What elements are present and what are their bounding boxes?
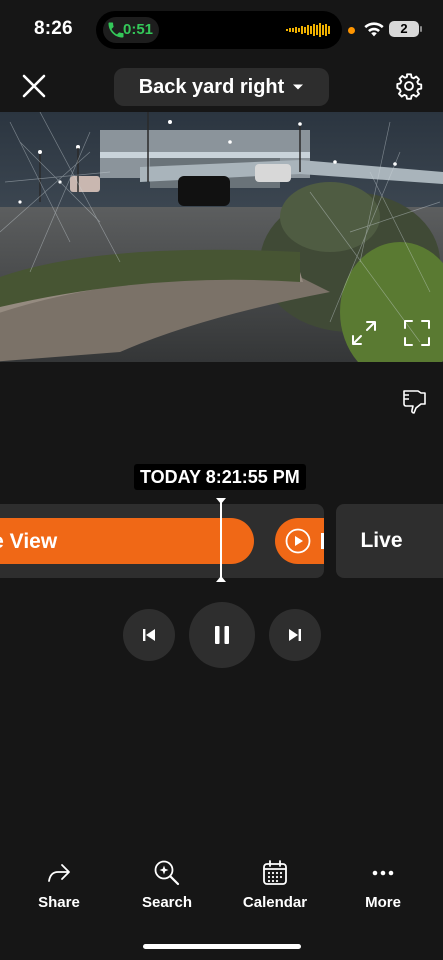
audio-wave-icon [286, 23, 330, 37]
pause-icon [215, 626, 229, 644]
timeline-track[interactable]: re View [0, 504, 324, 578]
nav-share-label: Share [38, 894, 80, 911]
pause-button[interactable] [189, 602, 255, 668]
timeline-timestamp: TODAY 8:21:55 PM [134, 464, 306, 490]
camera-select-dropdown[interactable]: Back yard right [114, 68, 329, 106]
status-time: 8:26 [34, 18, 73, 39]
nav-calendar-label: Calendar [242, 894, 308, 911]
home-indicator[interactable] [143, 944, 301, 949]
event-label: re View [0, 530, 58, 553]
expand-icon[interactable] [349, 318, 379, 348]
nav-search[interactable]: Search [119, 858, 215, 911]
timeline-event[interactable]: re View [0, 518, 254, 564]
thumbs-down-icon[interactable] [400, 386, 428, 414]
battery-icon: 2 [389, 21, 419, 37]
nav-more[interactable]: More [335, 858, 431, 911]
chevron-down-icon [293, 84, 304, 90]
timeline-playhead[interactable] [220, 500, 222, 580]
fullscreen-icon[interactable] [402, 318, 432, 348]
calendar-icon [263, 860, 287, 885]
gear-icon[interactable] [395, 72, 423, 100]
playhead-top-marker [216, 498, 226, 504]
skip-next-button[interactable] [269, 609, 321, 661]
nav-calendar[interactable]: Calendar [227, 858, 323, 911]
skip-previous-button[interactable] [123, 609, 175, 661]
wifi-icon [364, 22, 384, 37]
more-icon [372, 870, 394, 876]
live-label: Live [360, 529, 403, 552]
playhead-bottom-marker [216, 576, 226, 582]
battery-cap [420, 26, 422, 32]
nav-search-label: Search [141, 894, 193, 911]
camera-name: Back yard right [138, 75, 285, 98]
call-timer: 0:51 [123, 21, 154, 38]
mic-indicator-dot [348, 27, 355, 34]
search-icon [154, 860, 180, 886]
play-circle-icon[interactable] [285, 528, 311, 554]
nav-share[interactable]: Share [11, 858, 107, 911]
event-marker [321, 533, 324, 549]
skip-previous-icon [143, 629, 155, 641]
share-icon [48, 864, 70, 882]
nav-more-label: More [365, 894, 401, 911]
close-icon[interactable] [18, 70, 50, 102]
skip-next-icon [289, 629, 301, 641]
live-button[interactable]: Live [336, 504, 443, 578]
